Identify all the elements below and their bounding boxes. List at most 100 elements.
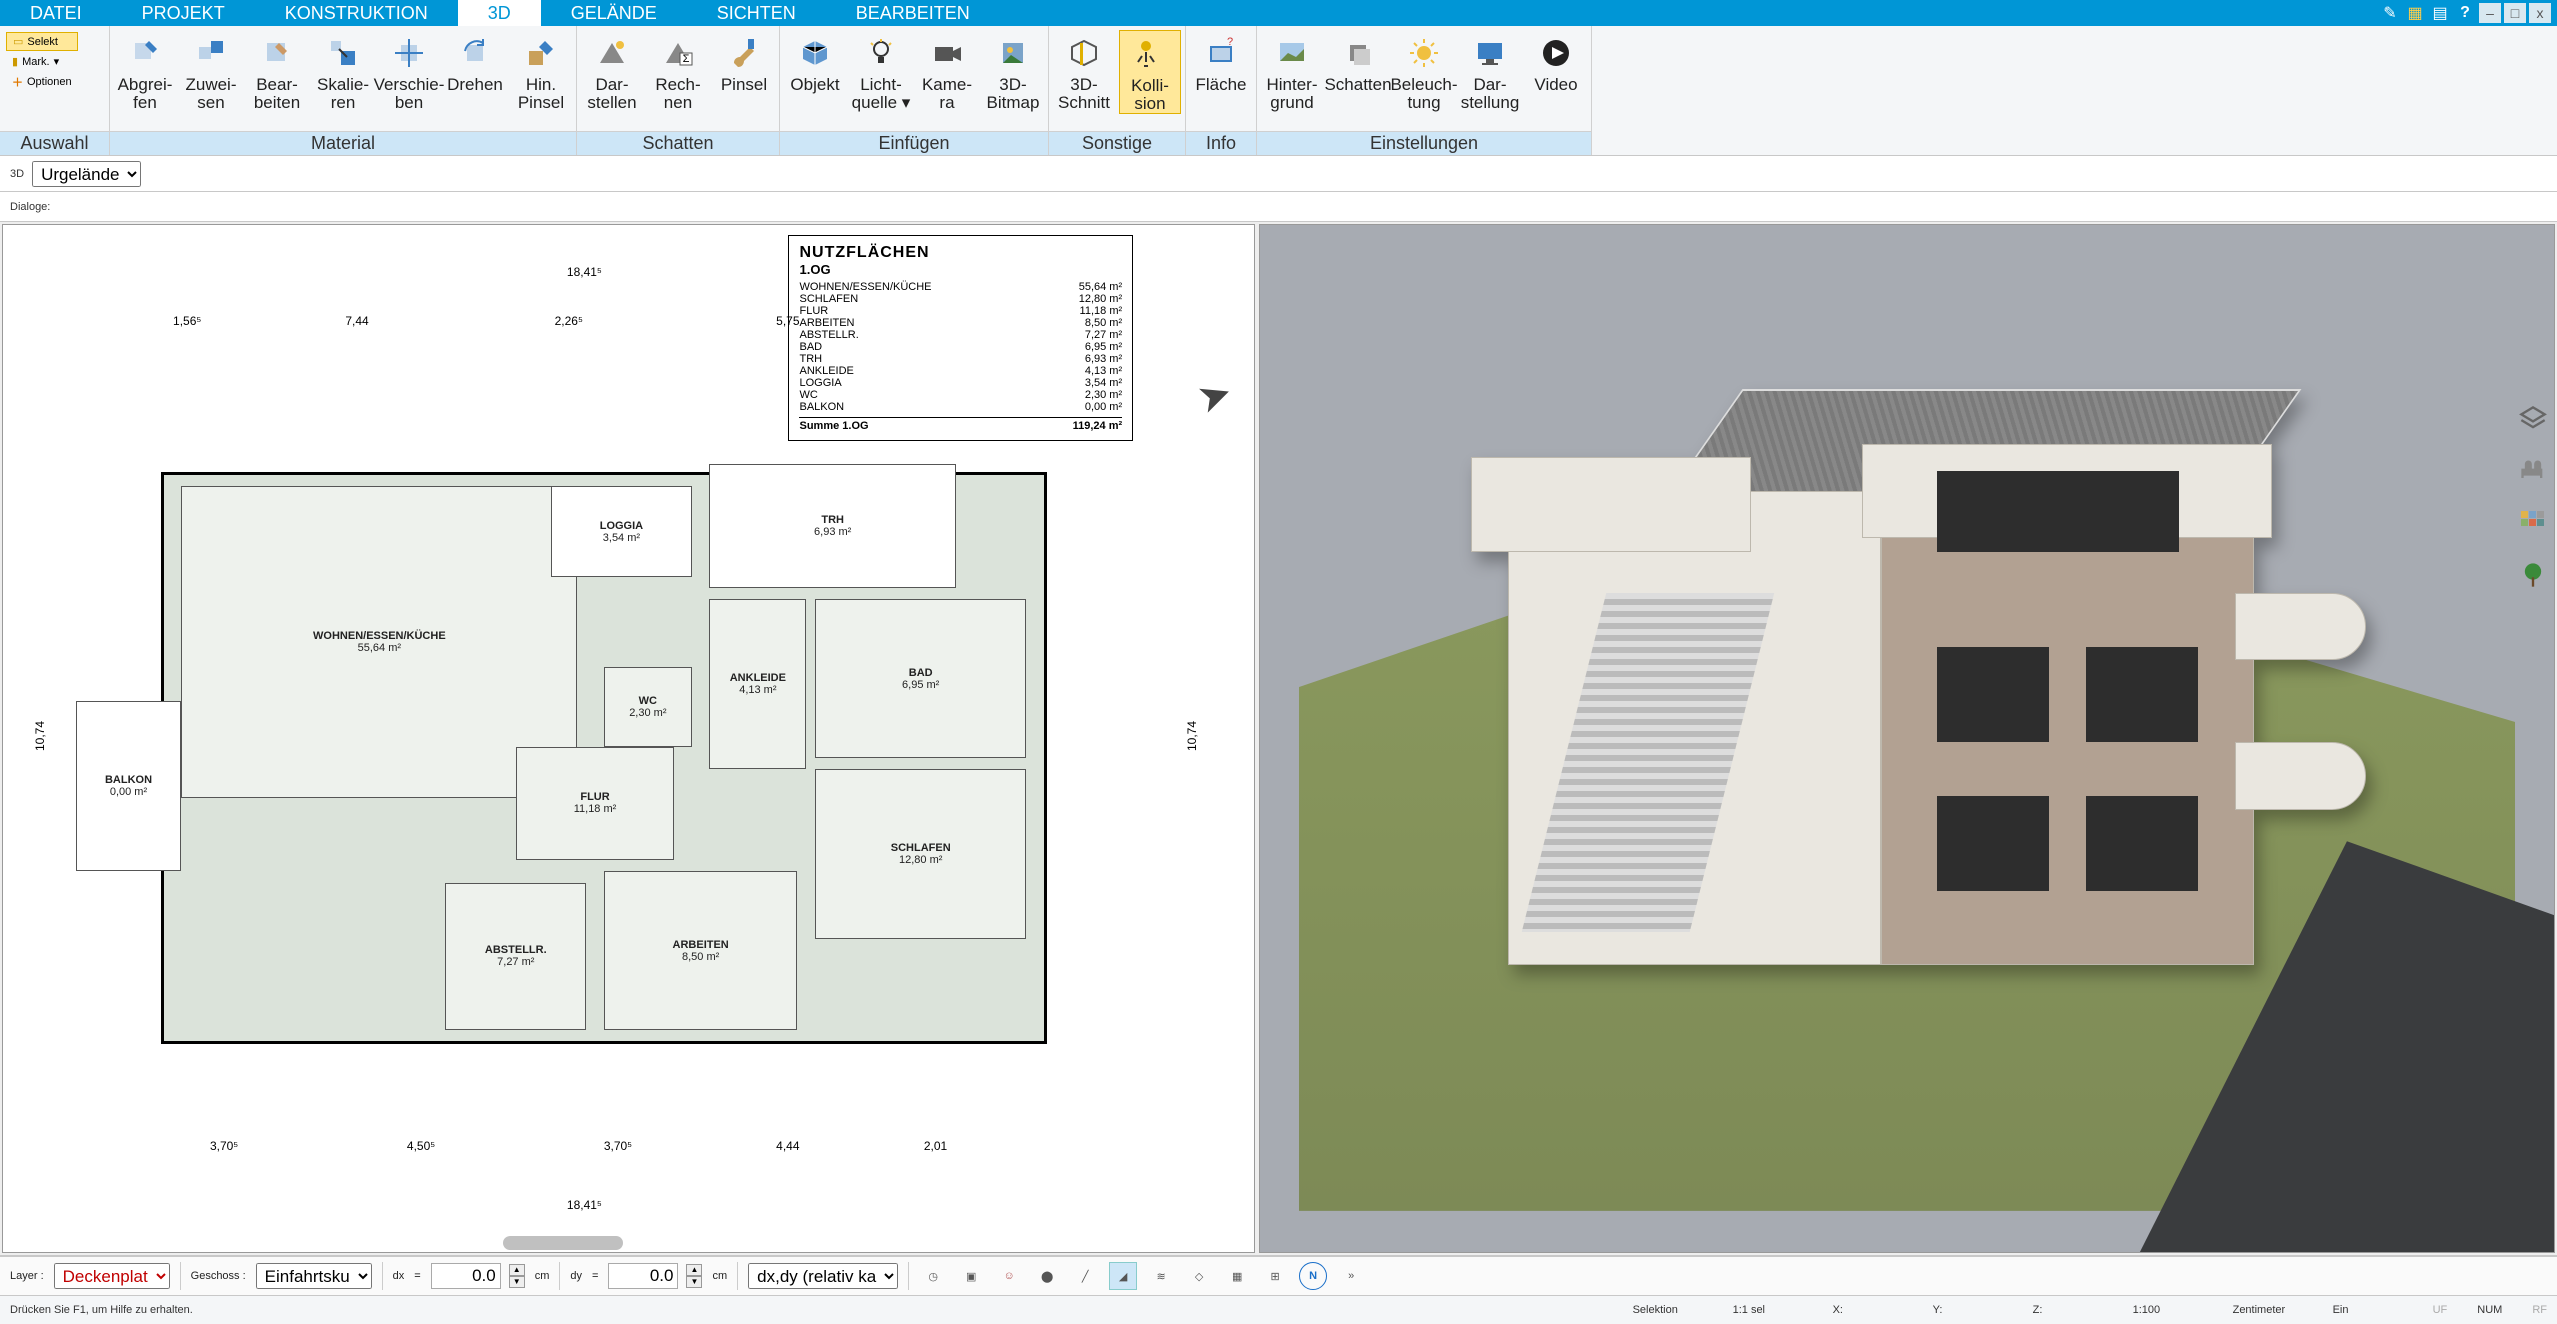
context-bar: 3D Urgelände	[0, 156, 2557, 192]
menu-tab-3d[interactable]: 3D	[458, 0, 541, 26]
save-icon[interactable]: ▤	[2429, 2, 2451, 24]
ribbon-darstellung-button[interactable]: Dar- stellung	[1459, 30, 1521, 112]
ribbon-abgreifen-button[interactable]: Abgrei- fen	[114, 30, 176, 112]
options-mode-button[interactable]: ＋Optionen	[6, 72, 78, 92]
ribbon-group-label: Einfügen	[780, 131, 1048, 155]
ribbon-schatten2-button[interactable]: Schatten	[1327, 30, 1389, 94]
flaeche-icon: ?	[1200, 32, 1242, 74]
ribbon-flaeche-button[interactable]: ?Fläche	[1190, 30, 1252, 94]
furniture-icon[interactable]	[2516, 454, 2550, 488]
legend-row: LOGGIA3,54 m²	[799, 377, 1122, 389]
status-unit: Zentimeter	[2233, 1304, 2303, 1316]
ribbon-hinpinsel-button[interactable]: Hin. Pinsel	[510, 30, 572, 112]
skalieren-icon	[322, 32, 364, 74]
schatten2-icon	[1337, 32, 1379, 74]
coord-mode-select[interactable]: dx,dy (relativ ka	[748, 1263, 898, 1289]
walk-icon[interactable]: ☺	[995, 1262, 1023, 1290]
ribbon-toolbar: ▭Selekt ▮Mark.▾ ＋Optionen Auswahl Abgrei…	[0, 26, 2557, 156]
beleuchtung-icon	[1403, 32, 1445, 74]
dimension-text: 18,41⁵	[567, 1198, 602, 1212]
ribbon-zuweisen-button[interactable]: Zuwei- sen	[180, 30, 242, 112]
menu-tab-projekt[interactable]: PROJEKT	[112, 0, 255, 26]
menu-tab-konstruktion[interactable]: KONSTRUKTION	[255, 0, 458, 26]
dx-up-button[interactable]: ▲	[509, 1264, 525, 1276]
grid-icon[interactable]: ⊞	[1261, 1262, 1289, 1290]
dy-label: dy	[570, 1270, 582, 1282]
north-arrow-icon: ➤	[1191, 369, 1238, 424]
ribbon-hintergrund-button[interactable]: Hinter- grund	[1261, 30, 1323, 112]
dialog-label: Dialoge:	[10, 201, 50, 213]
window-close-button[interactable]: x	[2529, 3, 2551, 23]
menu-tab-sichten[interactable]: SICHTEN	[687, 0, 826, 26]
status-rf: RF	[2532, 1304, 2547, 1316]
ribbon-kamera-button[interactable]: Kame- ra	[916, 30, 978, 112]
floor-select[interactable]: Einfahrtsku	[256, 1263, 372, 1289]
expand-icon[interactable]: »	[1337, 1262, 1365, 1290]
ribbon-video-button[interactable]: Video	[1525, 30, 1587, 94]
dimension-text: 1,56⁵	[173, 314, 201, 328]
bearbeiten-icon	[256, 32, 298, 74]
record-icon[interactable]: ⬤	[1033, 1262, 1061, 1290]
horizontal-scrollbar[interactable]	[503, 1236, 623, 1250]
camera-icon[interactable]: ▣	[957, 1262, 985, 1290]
ribbon-3dbitmap-button[interactable]: 3D- Bitmap	[982, 30, 1044, 112]
north-toggle-icon[interactable]: N	[1299, 1262, 1327, 1290]
building-model	[1415, 389, 2347, 1067]
ribbon-pinsel-button[interactable]: Pinsel	[713, 30, 775, 94]
window-minimize-button[interactable]: –	[2479, 3, 2501, 23]
abgreifen-icon	[124, 32, 166, 74]
ribbon-objekt-button[interactable]: Objekt	[784, 30, 846, 94]
clock-icon[interactable]: ◷	[919, 1262, 947, 1290]
legend-row: WC2,30 m²	[799, 389, 1122, 401]
snap-icon[interactable]: ◢	[1109, 1262, 1137, 1290]
dimension-text: 3,70⁵	[604, 1139, 632, 1153]
ribbon-drehen-button[interactable]: Drehen	[444, 30, 506, 94]
ribbon-verschieben-button[interactable]: Verschie- ben	[378, 30, 440, 112]
menu-tab-datei[interactable]: DATEI	[0, 0, 112, 26]
dimension-text: 10,74	[1185, 720, 1199, 750]
legend-row: TRH6,93 m²	[799, 353, 1122, 365]
floor-label: Geschoss :	[191, 1270, 246, 1282]
dx-down-button[interactable]: ▼	[509, 1276, 525, 1288]
dy-down-button[interactable]: ▼	[686, 1276, 702, 1288]
ribbon-3dschnitt-button[interactable]: 3D- Schnitt	[1053, 30, 1115, 112]
area-legend: NUTZFLÄCHEN 1.OG WOHNEN/ESSEN/KÜCHE55,64…	[788, 235, 1133, 441]
ribbon-beleuchtung-button[interactable]: Beleuch- tung	[1393, 30, 1455, 112]
ribbon-rechnen-button[interactable]: ΣRech- nen	[647, 30, 709, 112]
plan-view-pane[interactable]: ➤ NUTZFLÄCHEN 1.OG WOHNEN/ESSEN/KÜCHE55,…	[2, 224, 1255, 1253]
dimension-text: 10,74	[33, 720, 47, 750]
layers-icon[interactable]	[2516, 402, 2550, 436]
floor-outline: WOHNEN/ESSEN/KÜCHE55,64 m² FLUR11,18 m² …	[161, 472, 1047, 1044]
layer-select[interactable]: Deckenplat	[54, 1263, 170, 1289]
ribbon-darstellen-button[interactable]: Dar- stellen	[581, 30, 643, 112]
mark-mode-button[interactable]: ▮Mark.▾	[6, 53, 78, 70]
select-mode-button[interactable]: ▭Selekt	[6, 32, 78, 51]
menu-tab-bearbeiten[interactable]: BEARBEITEN	[826, 0, 1000, 26]
gift-icon[interactable]: ▦	[2404, 2, 2426, 24]
ribbon-group-label: Material	[110, 131, 576, 155]
dimension-text: 18,41⁵	[567, 265, 602, 279]
layers-toggle-icon[interactable]: ≋	[1147, 1262, 1175, 1290]
dy-up-button[interactable]: ▲	[686, 1264, 702, 1276]
ruler-icon[interactable]: ╱	[1071, 1262, 1099, 1290]
material-palette-icon[interactable]	[2516, 506, 2550, 540]
status-x: X:	[1833, 1304, 1903, 1316]
ribbon-bearbeiten-button[interactable]: Bear- beiten	[246, 30, 308, 112]
ribbon-skalieren-button[interactable]: Skalie- ren	[312, 30, 374, 112]
status-y: Y:	[1933, 1304, 2003, 1316]
terrain-select[interactable]: Urgelände	[32, 161, 141, 187]
3d-view-pane[interactable]	[1259, 224, 2555, 1253]
darstellung-icon	[1469, 32, 1511, 74]
ribbon-kollision-button[interactable]: Kolli- sion	[1119, 30, 1181, 114]
window-maximize-button[interactable]: □	[2504, 3, 2526, 23]
objekt-icon	[794, 32, 836, 74]
tree-icon[interactable]	[2516, 558, 2550, 592]
tool-icon[interactable]: ✎	[2379, 2, 2401, 24]
plane-icon[interactable]: ◇	[1185, 1262, 1213, 1290]
dy-input[interactable]	[608, 1263, 678, 1289]
help-icon[interactable]: ?	[2454, 2, 2476, 24]
ribbon-lichtquelle-button[interactable]: Licht- quelle ▾	[850, 30, 912, 112]
box-icon[interactable]: ▦	[1223, 1262, 1251, 1290]
menu-tab-gelände[interactable]: GELÄNDE	[541, 0, 687, 26]
dx-input[interactable]	[431, 1263, 501, 1289]
